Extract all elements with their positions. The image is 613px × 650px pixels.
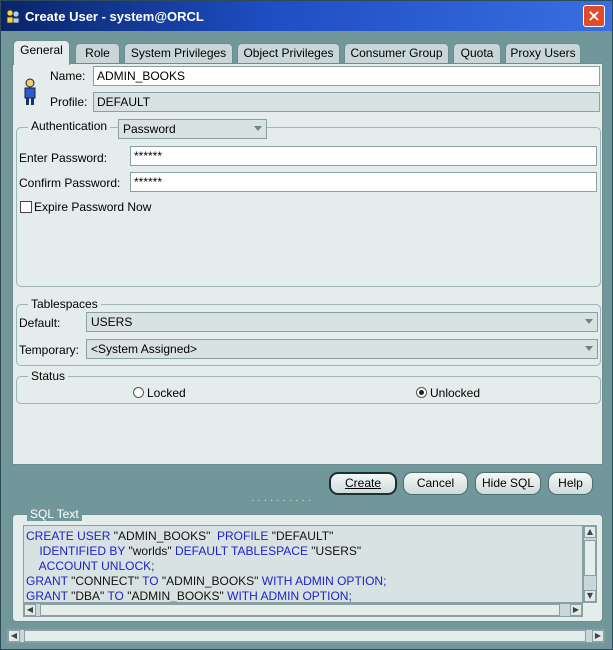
sql-line: CREATE USER "ADMIN_BOOKS" PROFILE "DEFAU… (26, 529, 582, 544)
scroll-left-icon[interactable]: ◀ (8, 630, 20, 642)
sql-keyword: IDENTIFIED BY (26, 544, 129, 558)
cancel-button-label: Cancel (416, 476, 455, 490)
temporary-tablespace-select[interactable]: <System Assigned> (86, 339, 598, 359)
tab-object-privileges[interactable]: Object Privileges (237, 43, 340, 64)
sql-string: "CONNECT" (71, 574, 139, 588)
expire-password-checkbox[interactable] (20, 201, 32, 213)
sql-keyword: PROFILE (210, 529, 272, 543)
sql-keyword: GRANT (26, 589, 72, 603)
sql-keyword: TO (138, 574, 162, 588)
splitter-handle[interactable]: ·········· (251, 495, 314, 506)
sql-horizontal-scrollbar[interactable]: ◀ ▶ (23, 603, 583, 617)
window-title: Create User - system@ORCL (25, 9, 204, 24)
tab-proxy-users[interactable]: Proxy Users (505, 43, 581, 64)
name-input[interactable]: ADMIN_BOOKS (93, 66, 600, 86)
tab-role[interactable]: Role (75, 43, 120, 64)
sql-keyword: TO (104, 589, 128, 603)
sql-string: "ADMIN_BOOKS" (161, 574, 259, 588)
sql-string: "USERS" (311, 544, 362, 558)
sql-keyword: WITH ADMIN OPTION; (258, 574, 387, 588)
user-figure-icon (24, 78, 36, 105)
sql-string: "ADMIN_BOOKS" (127, 589, 224, 603)
close-icon: × (587, 6, 601, 25)
tab-system-privileges[interactable]: System Privileges (124, 43, 233, 64)
authentication-select[interactable]: Password (118, 119, 267, 139)
default-tablespace-label: Default: (19, 316, 61, 330)
profile-label: Profile: (50, 95, 88, 109)
sql-keyword: GRANT (26, 574, 72, 588)
tab-label: Consumer Group (350, 46, 443, 60)
temporary-tablespace-label: Temporary: (19, 343, 80, 357)
chevron-down-icon (254, 126, 262, 131)
sql-line: ACCOUNT UNLOCK; (26, 559, 582, 574)
chevron-down-icon (585, 346, 593, 351)
sql-keyword: CREATE USER (26, 529, 114, 543)
help-button-label: Help (558, 476, 583, 490)
locked-label: Locked (147, 386, 186, 400)
sql-string: "DBA" (71, 589, 105, 603)
hide-sql-button[interactable]: Hide SQL (475, 472, 541, 495)
hide-sql-button-label: Hide SQL (481, 476, 535, 490)
sql-keyword: DEFAULT TABLESPACE (171, 544, 312, 558)
enter-password-input[interactable]: ****** (130, 146, 597, 166)
tab-label: System Privileges (130, 46, 227, 60)
tab-label: General (20, 43, 63, 57)
tab-label: Quota (460, 46, 494, 60)
sql-text-area[interactable]: CREATE USER "ADMIN_BOOKS" PROFILE "DEFAU… (23, 525, 583, 603)
status-label: Status (28, 369, 69, 383)
help-button[interactable]: Help (548, 472, 593, 495)
status-group (16, 376, 601, 404)
create-user-window: Create User - system@ORCL × General Role… (0, 0, 613, 650)
authentication-value: Password (123, 122, 176, 136)
tab-label: Proxy Users (510, 46, 576, 60)
scroll-up-icon[interactable]: ▲ (584, 526, 596, 538)
sql-string: "worlds" (128, 544, 172, 558)
general-panel: Name: ADMIN_BOOKS Profile: DEFAULT Authe… (12, 63, 603, 465)
tab-label: Role (85, 46, 110, 60)
unlocked-radio[interactable] (416, 387, 427, 398)
temporary-tablespace-value: <System Assigned> (91, 342, 198, 356)
expire-password-label: Expire Password Now (34, 200, 152, 214)
sql-keyword: WITH ADMIN OPTION; (223, 589, 352, 603)
name-label: Name: (50, 69, 86, 83)
sql-text-group: SQL Text CREATE USER "ADMIN_BOOKS" PROFI… (12, 507, 603, 622)
profile-field[interactable]: DEFAULT (93, 92, 600, 112)
scroll-thumb[interactable] (584, 540, 596, 576)
scroll-right-icon[interactable]: ▶ (592, 630, 604, 642)
tablespaces-label: Tablespaces (28, 297, 101, 311)
sql-string: "ADMIN_BOOKS" (113, 529, 211, 543)
confirm-password-label: Confirm Password: (19, 176, 121, 190)
scroll-left-icon[interactable]: ◀ (24, 604, 36, 616)
sql-line: GRANT "DBA" TO "ADMIN_BOOKS" WITH ADMIN … (26, 589, 582, 603)
sql-line: GRANT "CONNECT" TO "ADMIN_BOOKS" WITH AD… (26, 574, 582, 589)
scroll-thumb[interactable] (24, 630, 586, 642)
tab-consumer-group[interactable]: Consumer Group (344, 43, 449, 64)
confirm-password-input[interactable]: ****** (130, 172, 597, 192)
sql-line: IDENTIFIED BY "worlds" DEFAULT TABLESPAC… (26, 544, 582, 559)
scroll-right-icon[interactable]: ▶ (570, 604, 582, 616)
sql-string: "DEFAULT" (271, 529, 334, 543)
chevron-down-icon (585, 319, 593, 324)
tab-general[interactable]: General (13, 40, 70, 65)
tab-quota[interactable]: Quota (453, 43, 501, 64)
create-button[interactable]: Create (329, 472, 397, 495)
close-button[interactable]: × (583, 5, 605, 27)
oracle-user-icon (6, 9, 20, 24)
authentication-label: Authentication (28, 119, 111, 133)
locked-radio[interactable] (133, 387, 144, 398)
title-bar[interactable]: Create User - system@ORCL × (1, 1, 612, 31)
unlocked-label: Unlocked (430, 386, 481, 400)
sql-keyword: ACCOUNT UNLOCK; (26, 559, 155, 573)
enter-password-label: Enter Password: (19, 151, 108, 165)
sql-vertical-scrollbar[interactable]: ▲ ▼ (583, 525, 597, 603)
scroll-down-icon[interactable]: ▼ (584, 590, 596, 602)
default-tablespace-select[interactable]: USERS (86, 312, 598, 332)
create-button-label: Create (344, 476, 382, 490)
window-horizontal-scrollbar[interactable]: ◀ ▶ (7, 629, 605, 643)
cancel-button[interactable]: Cancel (403, 472, 468, 495)
tab-label: Object Privileges (243, 46, 334, 60)
default-tablespace-value: USERS (91, 315, 133, 329)
sql-text-label: SQL Text (27, 507, 82, 521)
scroll-thumb[interactable] (40, 604, 560, 616)
